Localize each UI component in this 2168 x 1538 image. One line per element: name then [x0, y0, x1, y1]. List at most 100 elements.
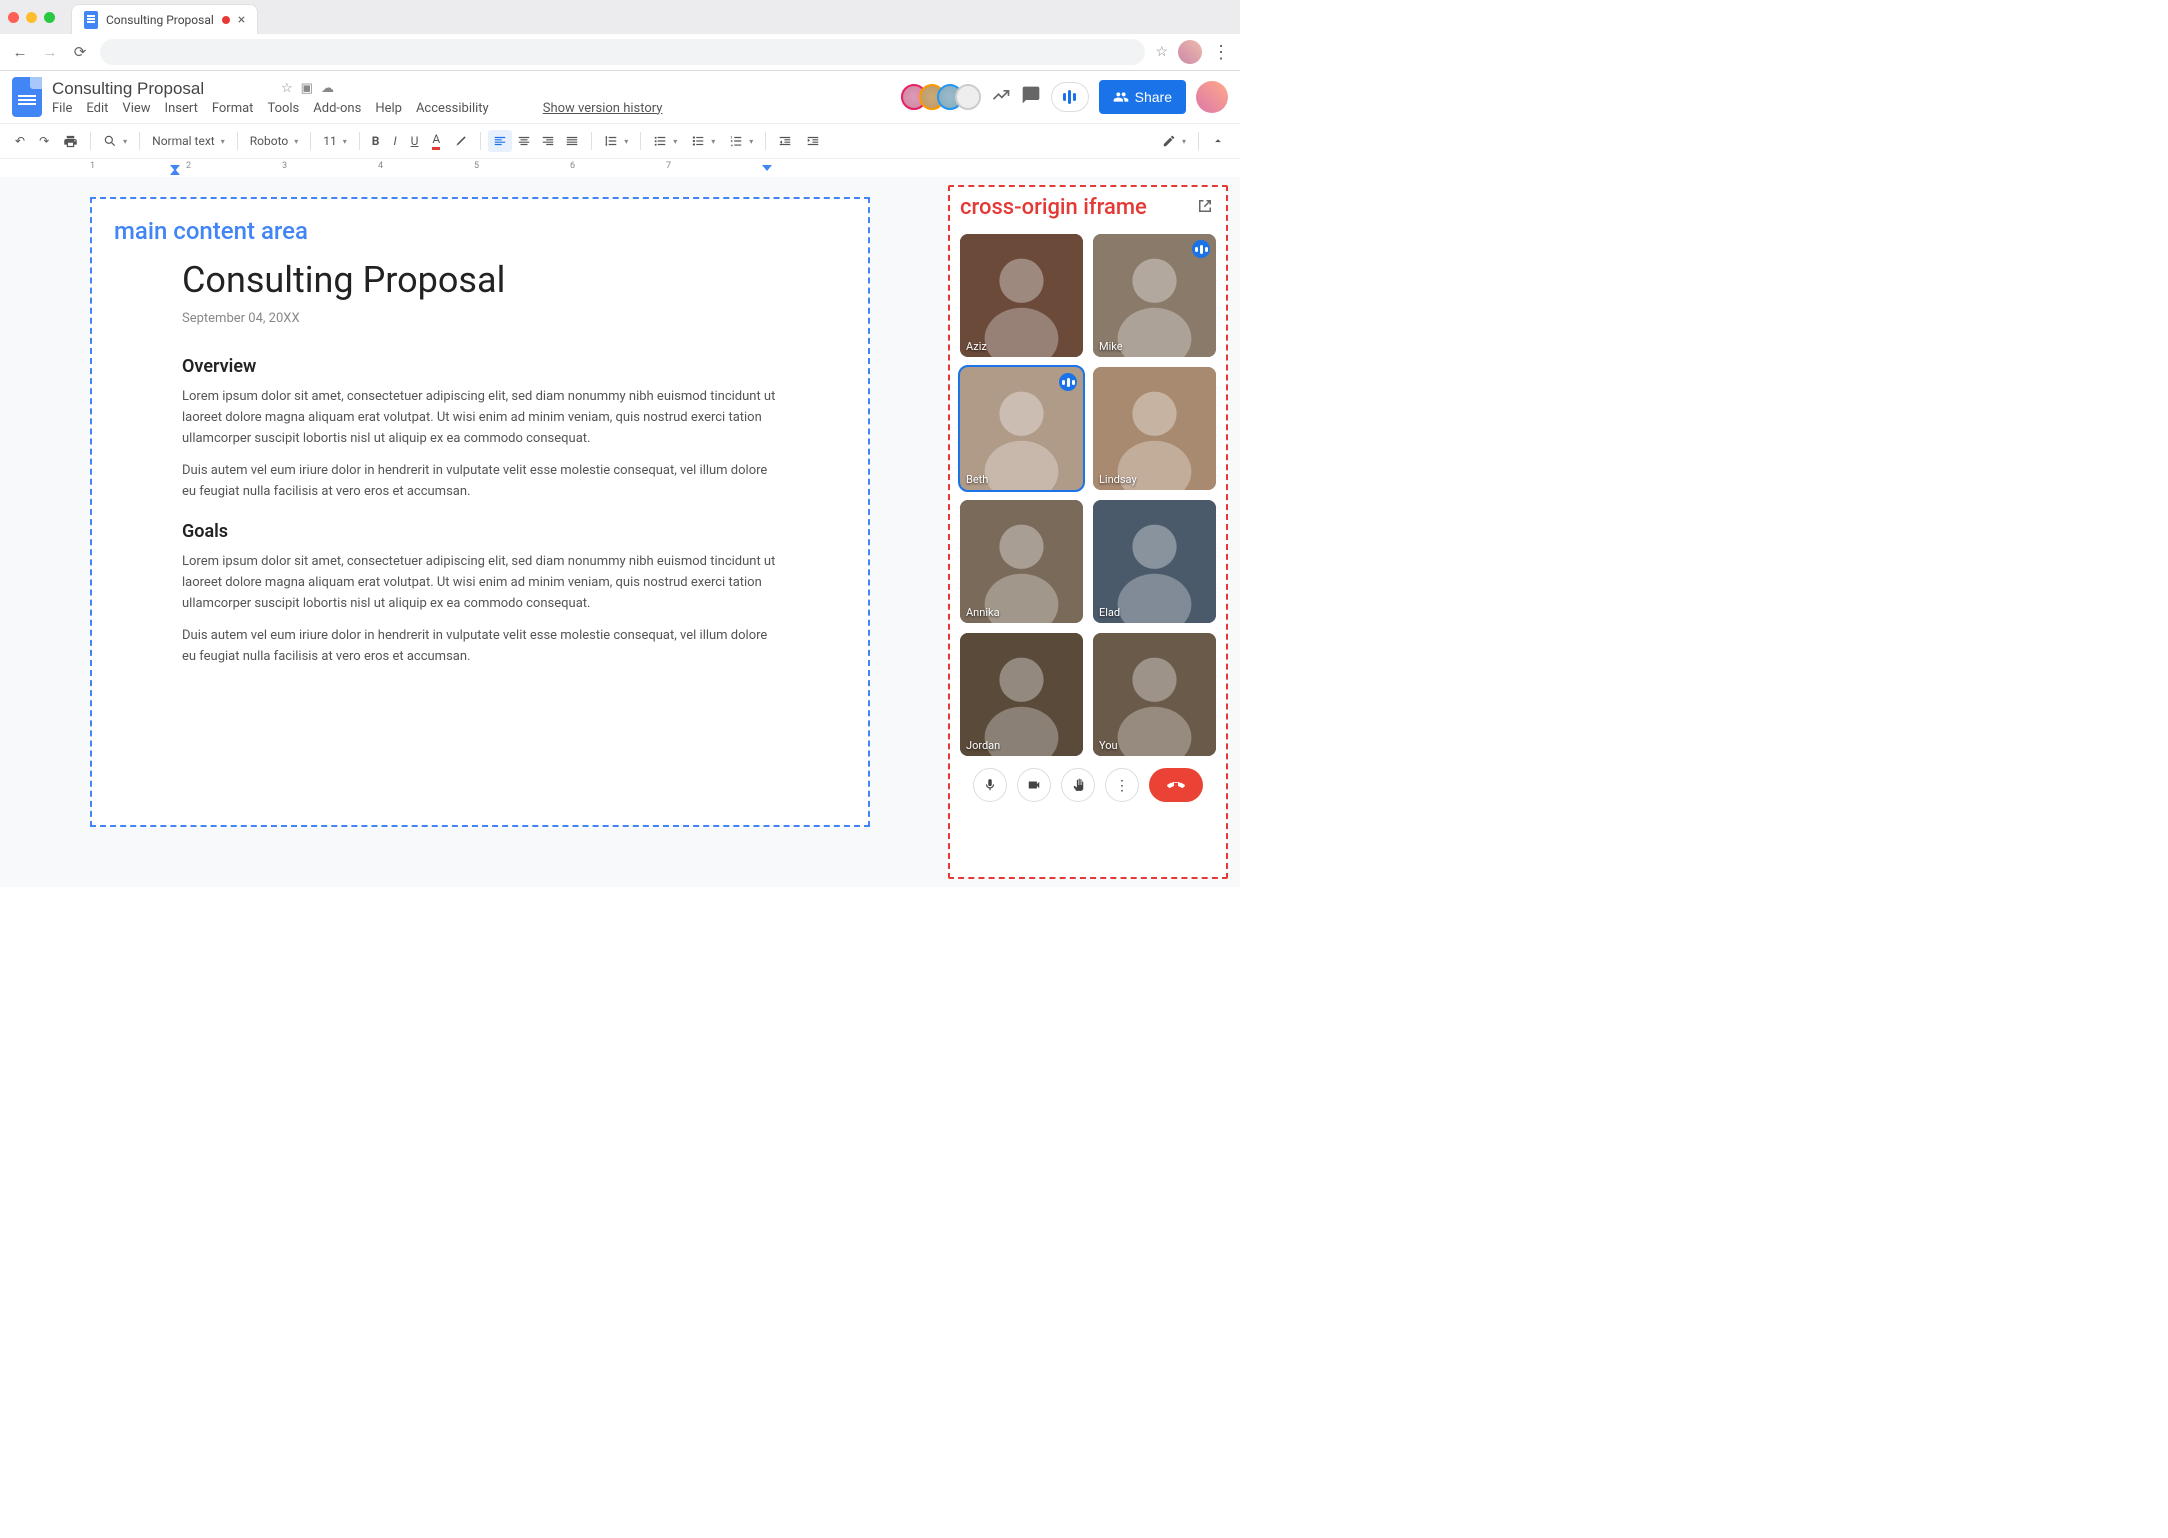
participant-tile[interactable]: Mike	[1093, 234, 1216, 357]
share-button[interactable]: Share	[1099, 80, 1186, 114]
participant-video	[960, 500, 1083, 623]
decrease-indent-button[interactable]	[773, 130, 797, 152]
nav-back-button[interactable]: ←	[10, 43, 30, 61]
camera-toggle-button[interactable]	[1017, 768, 1051, 802]
browser-tab[interactable]: Consulting Proposal ×	[71, 4, 258, 34]
recording-indicator-icon	[222, 16, 230, 24]
bookmark-star-icon[interactable]: ☆	[1155, 44, 1168, 60]
move-document-icon[interactable]: ▣	[301, 81, 313, 96]
document-page[interactable]: main content area Consulting Proposal Se…	[90, 197, 870, 827]
popout-icon[interactable]	[1196, 197, 1214, 219]
hide-menus-button[interactable]	[1206, 130, 1230, 152]
paragraph-style-dropdown[interactable]: Normal text	[147, 130, 230, 152]
docs-logo-icon[interactable]	[12, 77, 42, 117]
participant-tile[interactable]: Jordan	[960, 633, 1083, 756]
editing-mode-button[interactable]	[1157, 130, 1191, 152]
presence-avatar[interactable]	[955, 84, 981, 110]
section-heading[interactable]: Overview	[182, 356, 778, 377]
document-date[interactable]: September 04, 20XX	[182, 311, 778, 326]
raise-hand-button[interactable]	[1061, 768, 1095, 802]
document-title-input[interactable]	[52, 79, 273, 99]
presence-avatars[interactable]	[909, 84, 981, 110]
participant-tile[interactable]: Annika	[960, 500, 1083, 623]
increase-indent-button[interactable]	[801, 130, 825, 152]
window-zoom-button[interactable]	[44, 12, 55, 23]
format-toolbar: ↶ ↷ Normal text Roboto 11 B I U A	[0, 123, 1240, 159]
window-controls[interactable]	[8, 12, 63, 23]
italic-button[interactable]: I	[388, 130, 401, 152]
menu-insert[interactable]: Insert	[165, 101, 198, 116]
browser-profile-avatar[interactable]	[1178, 40, 1202, 64]
meet-side-panel: cross-origin iframe AzizMikeBethLindsayA…	[948, 185, 1228, 879]
menu-view[interactable]: View	[122, 101, 150, 116]
comments-icon[interactable]	[1021, 85, 1041, 110]
undo-button[interactable]: ↶	[10, 130, 30, 152]
more-options-button[interactable]: ⋮	[1105, 768, 1139, 802]
window-close-button[interactable]	[8, 12, 19, 23]
browser-menu-button[interactable]: ⋮	[1212, 42, 1230, 63]
account-avatar[interactable]	[1196, 81, 1228, 113]
font-size-dropdown[interactable]: 11	[318, 130, 352, 152]
document-paragraph[interactable]: Duis autem vel eum iriure dolor in hendr…	[182, 461, 778, 503]
document-canvas[interactable]: main content area Consulting Proposal Se…	[0, 177, 944, 887]
share-button-label: Share	[1135, 89, 1172, 105]
document-heading[interactable]: Consulting Proposal	[182, 259, 778, 301]
section-heading[interactable]: Goals	[182, 521, 778, 542]
tab-close-button[interactable]: ×	[238, 12, 245, 28]
text-color-button[interactable]: A	[427, 128, 445, 154]
ruler-tick: 1	[90, 161, 95, 171]
align-left-button[interactable]	[488, 130, 512, 152]
underline-button[interactable]: U	[406, 130, 424, 152]
document-paragraph[interactable]: Lorem ipsum dolor sit amet, consectetuer…	[182, 387, 778, 449]
document-paragraph[interactable]: Lorem ipsum dolor sit amet, consectetuer…	[182, 552, 778, 614]
ruler-tick: 3	[282, 161, 287, 171]
checklist-button[interactable]	[648, 130, 682, 152]
print-button[interactable]	[58, 130, 83, 153]
address-bar[interactable]	[100, 39, 1145, 65]
menu-tools[interactable]: Tools	[267, 101, 299, 116]
align-center-button[interactable]	[512, 130, 536, 152]
activity-icon[interactable]	[991, 85, 1011, 110]
numbered-list-button[interactable]	[724, 130, 758, 152]
participant-video	[1093, 367, 1216, 490]
menu-help[interactable]: Help	[375, 101, 402, 116]
star-document-icon[interactable]: ☆	[281, 81, 293, 96]
window-minimize-button[interactable]	[26, 12, 37, 23]
menu-format[interactable]: Format	[212, 101, 254, 116]
right-indent-marker[interactable]	[762, 165, 772, 171]
nav-forward-button[interactable]: →	[40, 43, 60, 61]
bulleted-list-button[interactable]	[686, 130, 720, 152]
hangup-button[interactable]	[1149, 768, 1203, 802]
nav-reload-button[interactable]: ⟳	[70, 43, 90, 61]
participant-name: Aziz	[966, 340, 987, 353]
highlight-button[interactable]	[449, 130, 473, 152]
audio-equalizer-icon	[1063, 90, 1076, 104]
participant-tile[interactable]: Elad	[1093, 500, 1216, 623]
line-spacing-button[interactable]	[599, 130, 633, 152]
participant-video	[1093, 500, 1216, 623]
participant-tile[interactable]: Lindsay	[1093, 367, 1216, 490]
zoom-dropdown[interactable]	[98, 130, 132, 152]
menu-add-ons[interactable]: Add-ons	[313, 101, 361, 116]
participant-tile[interactable]: Aziz	[960, 234, 1083, 357]
menu-accessibility[interactable]: Accessibility	[416, 101, 489, 116]
docs-favicon-icon	[84, 11, 98, 29]
horizontal-ruler[interactable]: 1 2 3 4 5 6 7	[0, 159, 1240, 177]
bold-button[interactable]: B	[367, 130, 385, 152]
redo-button[interactable]: ↷	[34, 130, 54, 152]
version-history-link[interactable]: Show version history	[543, 101, 663, 116]
align-justify-button[interactable]	[560, 130, 584, 152]
meet-button[interactable]	[1051, 82, 1089, 112]
participant-name: Elad	[1099, 606, 1120, 619]
font-family-dropdown[interactable]: Roboto	[245, 130, 304, 152]
participant-name: Beth	[966, 473, 988, 486]
participant-tile[interactable]: Beth	[960, 367, 1083, 490]
mic-toggle-button[interactable]	[973, 768, 1007, 802]
participant-name: Mike	[1099, 340, 1123, 353]
menu-edit[interactable]: Edit	[86, 101, 108, 116]
menu-file[interactable]: File	[52, 101, 72, 116]
left-indent-marker[interactable]	[170, 169, 180, 175]
participant-tile[interactable]: You	[1093, 633, 1216, 756]
align-right-button[interactable]	[536, 130, 560, 152]
document-paragraph[interactable]: Duis autem vel eum iriure dolor in hendr…	[182, 626, 778, 668]
